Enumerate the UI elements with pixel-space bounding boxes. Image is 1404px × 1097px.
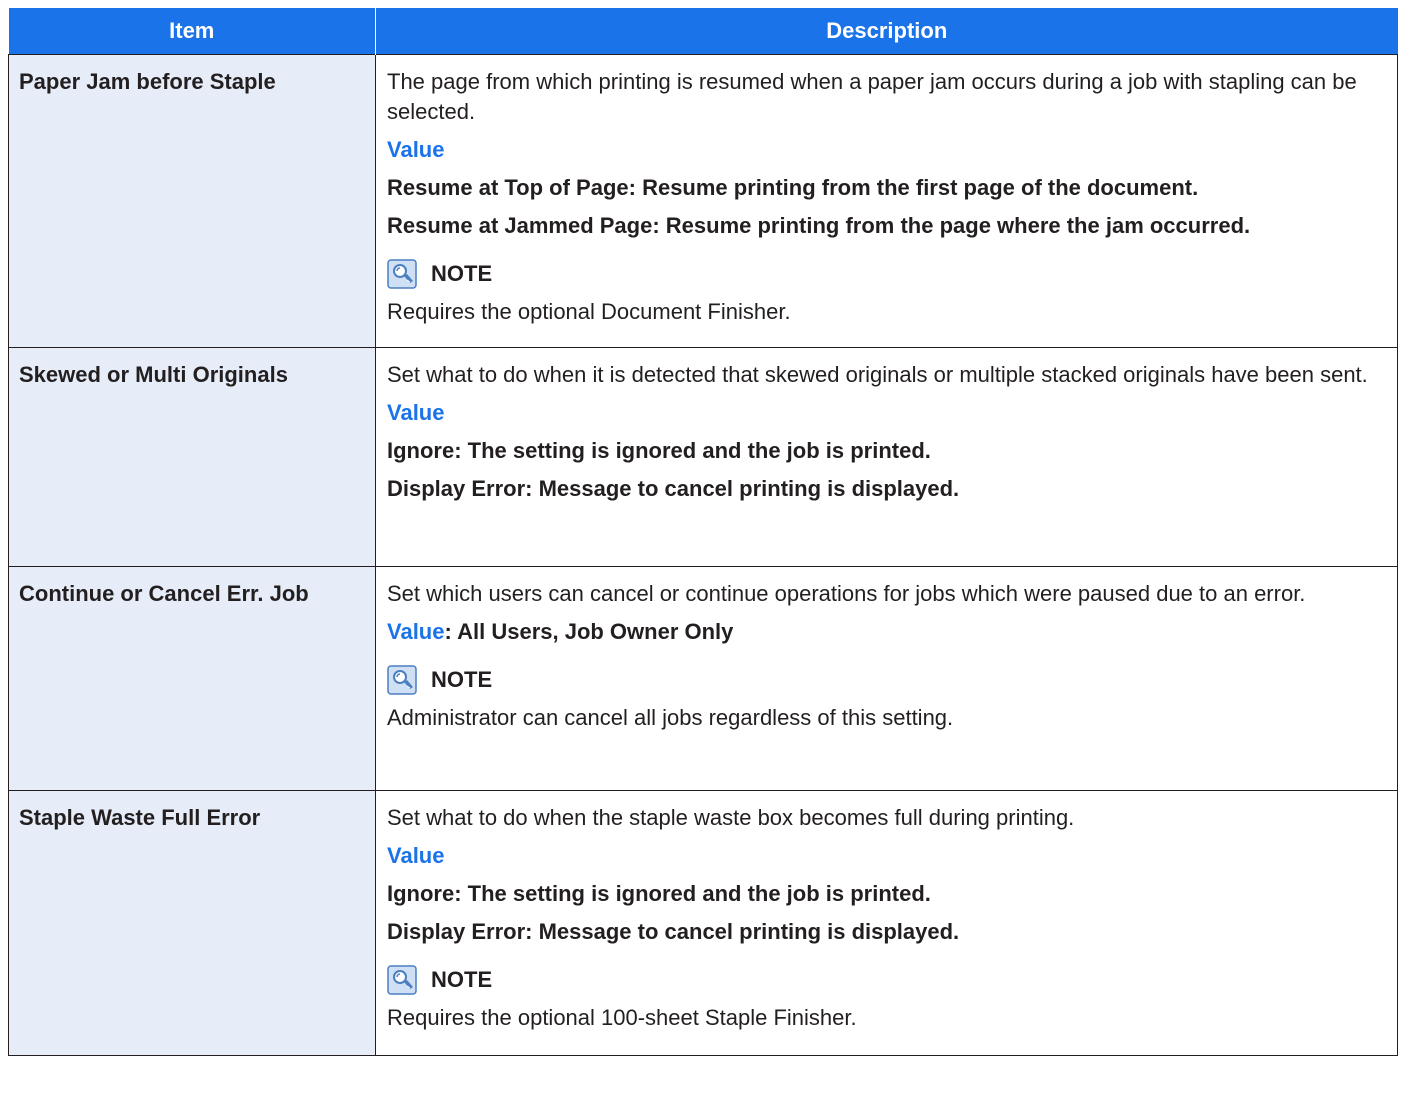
note-text: Requires the optional Document Finisher. xyxy=(387,299,791,324)
value-option: Resume at Jammed Page: Resume printing f… xyxy=(387,213,1251,238)
description-text: Set which users can cancel or continue o… xyxy=(387,581,1306,606)
value-label: Value xyxy=(387,137,445,162)
note-icon xyxy=(387,259,417,289)
value-option: Display Error: Message to cancel printin… xyxy=(387,919,960,944)
note-icon xyxy=(387,665,417,695)
table-row: Paper Jam before Staple The page from wh… xyxy=(8,54,1398,348)
value-label: Value xyxy=(387,843,445,868)
value-option: Resume at Top of Page: Resume printing f… xyxy=(387,175,1199,200)
table-header-row: Item Description xyxy=(8,8,1398,55)
note-label: NOTE xyxy=(431,261,493,286)
note-label: NOTE xyxy=(431,667,493,692)
note-label: NOTE xyxy=(431,967,493,992)
note-text: Requires the optional 100-sheet Staple F… xyxy=(387,1005,857,1030)
value-options: : All Users, Job Owner Only xyxy=(444,619,734,644)
value-option: Ignore: The setting is ignored and the j… xyxy=(387,881,931,906)
note-heading: NOTE xyxy=(387,665,1387,695)
note-heading: NOTE xyxy=(387,965,1387,995)
item-name: Skewed or Multi Originals xyxy=(8,347,376,567)
description-text: Set what to do when the staple waste box… xyxy=(387,805,1075,830)
value-line: Value: All Users, Job Owner Only xyxy=(387,617,1387,647)
item-name: Staple Waste Full Error xyxy=(8,790,376,1056)
value-option: Ignore: The setting is ignored and the j… xyxy=(387,438,931,463)
item-name: Paper Jam before Staple xyxy=(8,54,376,348)
note-heading: NOTE xyxy=(387,259,1387,289)
value-option: Display Error: Message to cancel printin… xyxy=(387,476,960,501)
value-label: Value xyxy=(387,400,445,425)
value-label: Value xyxy=(387,619,445,644)
settings-table: Item Description Paper Jam before Staple… xyxy=(8,8,1398,1056)
item-description: Set which users can cancel or continue o… xyxy=(375,566,1398,791)
item-description: Set what to do when the staple waste box… xyxy=(375,790,1398,1056)
item-description: The page from which printing is resumed … xyxy=(375,54,1398,348)
item-description: Set what to do when it is detected that … xyxy=(375,347,1398,567)
description-text: The page from which printing is resumed … xyxy=(387,69,1357,124)
note-text: Administrator can cancel all jobs regard… xyxy=(387,705,954,730)
description-column-header: Description xyxy=(375,8,1398,55)
description-text: Set what to do when it is detected that … xyxy=(387,362,1368,387)
item-column-header: Item xyxy=(8,8,376,55)
table-row: Staple Waste Full Error Set what to do w… xyxy=(8,790,1398,1056)
note-icon xyxy=(387,965,417,995)
table-row: Skewed or Multi Originals Set what to do… xyxy=(8,347,1398,567)
table-row: Continue or Cancel Err. Job Set which us… xyxy=(8,566,1398,791)
item-name: Continue or Cancel Err. Job xyxy=(8,566,376,791)
